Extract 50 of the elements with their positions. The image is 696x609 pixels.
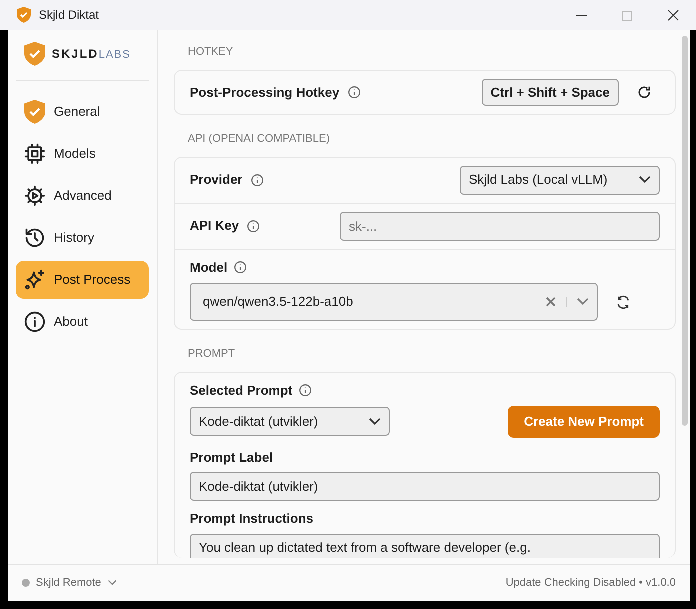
logo-text: SKJLD LABS bbox=[52, 46, 131, 64]
close-icon[interactable] bbox=[668, 10, 678, 22]
sidebar-item[interactable]: General bbox=[16, 93, 149, 131]
info-icon bbox=[24, 311, 46, 333]
history-icon bbox=[24, 227, 46, 249]
info-icon bbox=[299, 384, 312, 397]
section-heading: HOTKEY bbox=[187, 45, 234, 60]
scrollbar-thumb[interactable] bbox=[682, 36, 688, 426]
logo-shield-icon bbox=[24, 42, 46, 66]
refresh-icon[interactable] bbox=[616, 294, 631, 310]
minimize-icon[interactable] bbox=[576, 15, 586, 16]
prompt-label-field[interactable]: Kode-diktat (utvikler) bbox=[190, 472, 660, 501]
window-title: Skjld Diktat bbox=[39, 7, 100, 24]
prompt-dropdown[interactable]: Kode-diktat (utvikler) bbox=[190, 407, 390, 436]
info-icon bbox=[348, 86, 361, 99]
reset-icon[interactable] bbox=[637, 84, 652, 100]
hotkey-button[interactable]: Ctrl + Shift + Space bbox=[482, 78, 619, 106]
setting-label: Prompt Label bbox=[190, 448, 274, 467]
setting-label: Post-Processing Hotkey bbox=[190, 84, 340, 102]
setting-label: Provider bbox=[190, 171, 243, 190]
app-shield-icon bbox=[17, 7, 31, 23]
provider-dropdown[interactable]: Skjld Labs (Local vLLM) bbox=[460, 166, 660, 194]
sidebar-item[interactable]: Models bbox=[16, 135, 149, 173]
info-icon bbox=[250, 174, 264, 186]
chevron-icon bbox=[369, 418, 381, 426]
setting-label: Prompt Instructions bbox=[190, 510, 315, 528]
prompt-instructions-field[interactable]: You clean up dictated text from a software developer (e.g. bbox=[190, 534, 660, 558]
sidebar-item[interactable]: Advanced bbox=[16, 177, 149, 215]
shield-icon bbox=[24, 100, 46, 124]
section-heading: PROMPT bbox=[187, 347, 236, 362]
setting-label: API Key bbox=[190, 217, 240, 236]
sparkle-icon bbox=[24, 269, 46, 291]
sidebar-item[interactable]: Post Process bbox=[16, 261, 149, 299]
chip-icon bbox=[24, 143, 46, 165]
chevron-icon bbox=[108, 579, 117, 587]
section-heading: API (OPENAI COMPATIBLE) bbox=[187, 132, 332, 147]
clear-icon[interactable] bbox=[546, 297, 567, 307]
api-key-field[interactable]: sk-... bbox=[340, 212, 660, 240]
info-icon bbox=[247, 220, 260, 232]
sidebar-item[interactable]: About bbox=[16, 303, 149, 341]
sidebar-item[interactable]: History bbox=[16, 219, 149, 257]
remote-dropdown[interactable]: Skjld Remote bbox=[36, 574, 117, 592]
info-icon bbox=[234, 260, 248, 274]
setting-label: Selected Prompt bbox=[190, 382, 293, 400]
chevron-icon bbox=[577, 298, 589, 306]
model-combobox[interactable]: qwen/qwen3.5-122b-a10b bbox=[190, 283, 598, 321]
setting-label: Model bbox=[190, 258, 228, 276]
gear-icon bbox=[24, 185, 46, 207]
update-status: Update Checking Disabled • v1.0.0 bbox=[506, 576, 676, 591]
chevron-icon bbox=[639, 176, 651, 184]
